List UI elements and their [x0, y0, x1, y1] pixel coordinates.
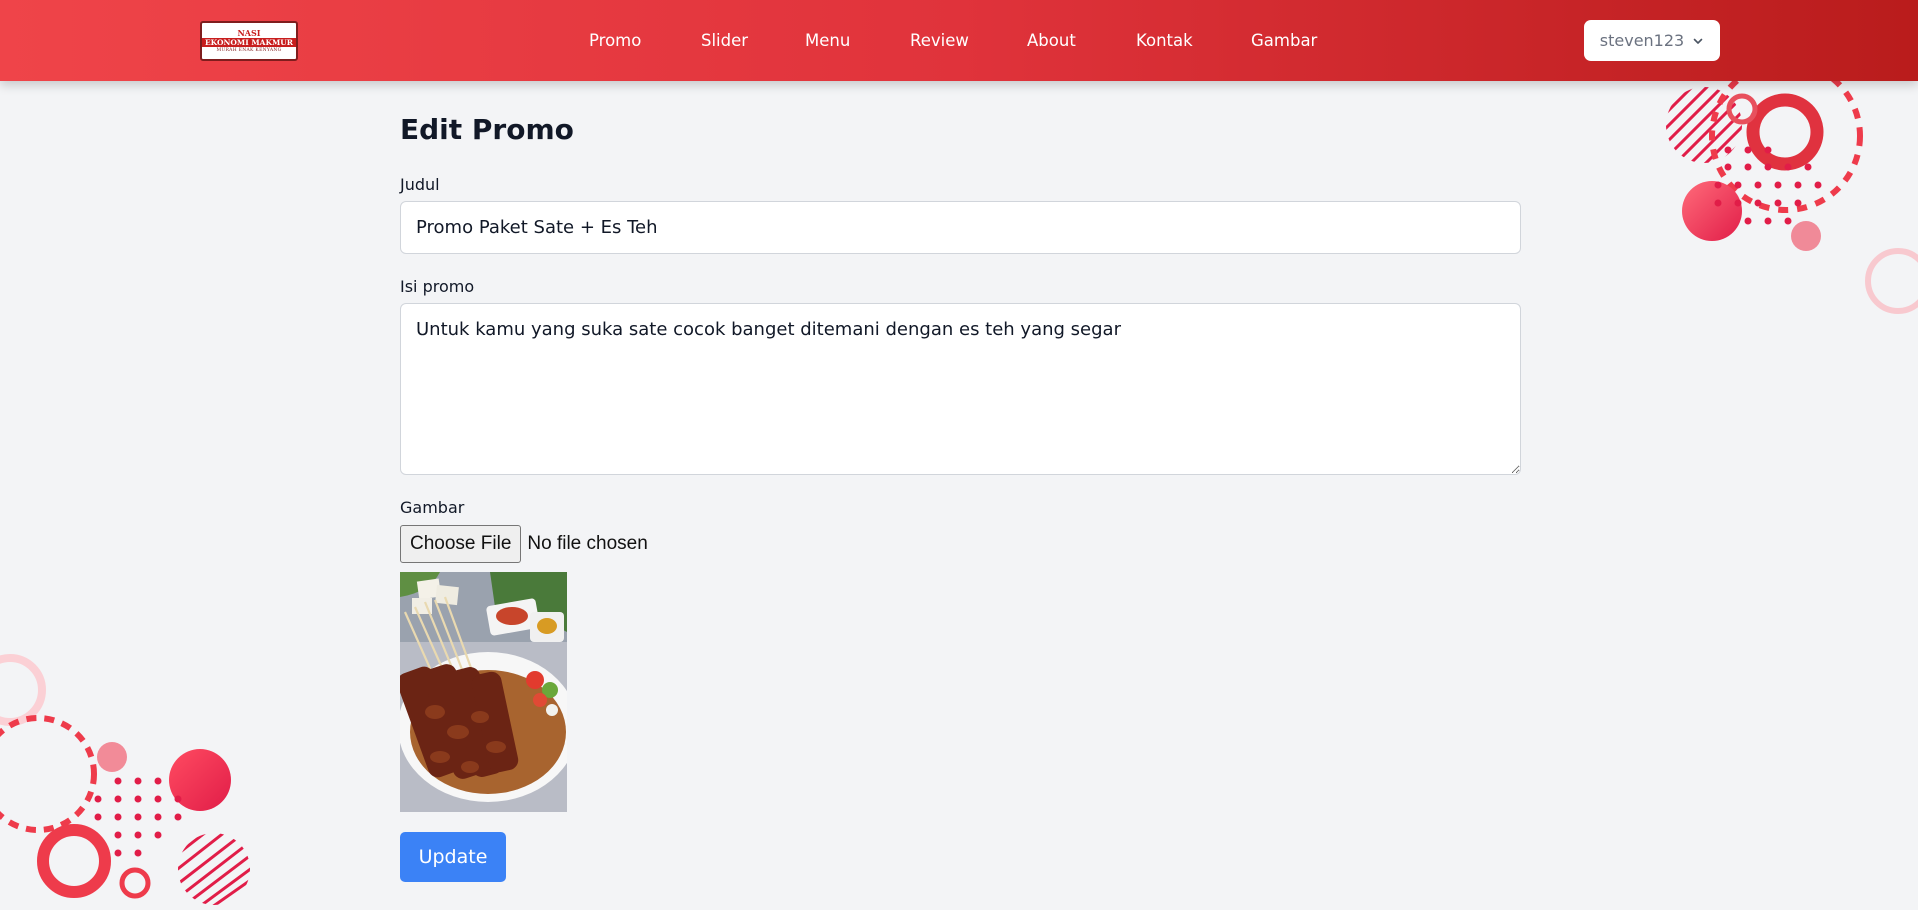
decoration-top-right [1666, 81, 1918, 314]
top-navbar: NASI EKONOMI MAKMUR MURAH ENAK KENYANG P… [0, 0, 1918, 81]
update-button[interactable]: Update [400, 832, 506, 882]
promo-image [400, 572, 567, 812]
isi-promo-textarea[interactable]: Untuk kamu yang suka sate cocok banget d… [400, 303, 1521, 475]
sate-photo-illustration [400, 572, 567, 812]
nav-link-kontak[interactable]: Kontak [1136, 31, 1193, 50]
page-title: Edit Promo [400, 113, 574, 146]
judul-input[interactable] [400, 201, 1521, 254]
nav-link-about[interactable]: About [1027, 31, 1076, 50]
nav-link-review[interactable]: Review [910, 31, 969, 50]
choose-file-button[interactable]: Choose File [400, 525, 522, 563]
file-input[interactable]: Choose File No file chosen [400, 525, 648, 563]
chevron-down-icon [1693, 38, 1703, 44]
nav-link-promo[interactable]: Promo [589, 31, 641, 50]
file-status: No file chosen [527, 533, 648, 554]
user-menu-button[interactable]: steven123 [1584, 20, 1720, 61]
isi-promo-label: Isi promo [400, 277, 475, 296]
judul-label: Judul [400, 175, 440, 194]
gambar-label: Gambar [400, 498, 465, 517]
logo-line-1: NASI [237, 27, 261, 38]
brand-logo[interactable]: NASI EKONOMI MAKMUR MURAH ENAK KENYANG [200, 21, 298, 61]
nav-link-menu[interactable]: Menu [805, 31, 850, 50]
nav-link-slider[interactable]: Slider [701, 31, 748, 50]
nav-link-gambar[interactable]: Gambar [1251, 31, 1317, 50]
logo-line-3: MURAH ENAK KENYANG [216, 48, 282, 53]
user-name: steven123 [1599, 31, 1685, 50]
logo-line-2: EKONOMI MAKMUR [201, 37, 297, 47]
decoration-bottom-left [0, 654, 250, 905]
